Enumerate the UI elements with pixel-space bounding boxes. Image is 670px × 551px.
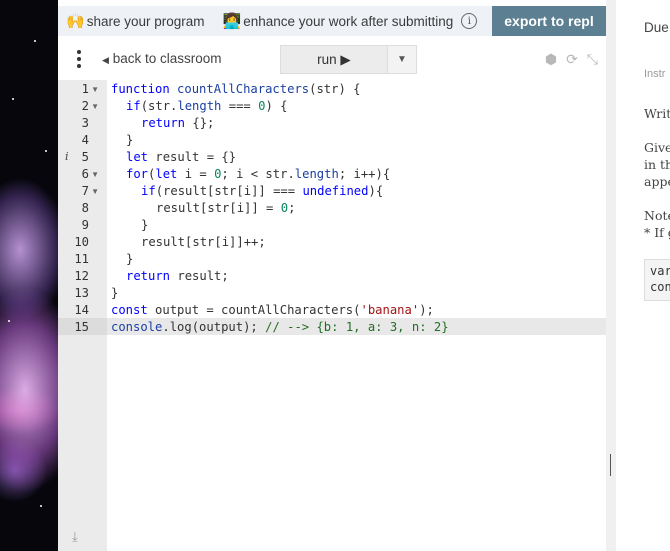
fold-toggle-icon[interactable]: ▼ — [91, 166, 99, 183]
panel-resize-divider[interactable] — [606, 0, 616, 551]
line-number-gutter: i 1 2 3 4 5 6 7 8 9 10 11 12 13 14 15 ▼ ▼ ▼ ▼ ⤓ — [58, 80, 107, 551]
run-options-dropdown[interactable]: ▼ — [387, 45, 417, 74]
code-line-4: } — [126, 133, 134, 147]
line-number: 15 — [74, 320, 89, 334]
line-number: 14 — [74, 303, 89, 317]
fold-toggle-icon[interactable]: ▼ — [91, 81, 99, 98]
instructions-note-1: Note — [644, 208, 670, 223]
fold-toggle-icon[interactable]: ▼ — [91, 98, 99, 115]
instructions-note-2: * If g — [644, 225, 670, 240]
line-number: 1 — [81, 82, 89, 96]
enhance-work-label: enhance your work after submitting — [243, 13, 454, 29]
expand-icon[interactable]: ⤡ — [587, 51, 598, 68]
instructions-heading: Instr — [644, 68, 666, 80]
run-button[interactable]: run ▶ — [280, 45, 388, 74]
star — [12, 98, 14, 100]
line-number: 5 — [81, 150, 89, 164]
star — [45, 150, 47, 152]
chevron-left-icon: ◀ — [102, 55, 109, 65]
star — [8, 320, 10, 322]
instructions-text-1: Writ — [644, 106, 670, 121]
chevron-down-icon: ▼ — [397, 54, 407, 65]
back-to-classroom-label: back to classroom — [112, 51, 222, 66]
code-line-8: result[str[i]] = 0; — [156, 201, 296, 215]
cube-icon[interactable]: ⬢ — [545, 51, 557, 68]
line-number: 2 — [81, 99, 89, 113]
editor-tool-icons: ⬢ ⟳ ⤡ — [545, 51, 598, 68]
instructions-text-4: appe — [644, 174, 670, 189]
editor-toolbar: ◀ back to classroom run ▶ ▼ ⬢ ⟳ ⤡ — [58, 44, 606, 74]
line-number: 13 — [74, 286, 89, 300]
refresh-icon[interactable]: ⟳ — [566, 51, 578, 68]
code-line-3: return {}; — [141, 116, 215, 130]
line-number: 11 — [74, 252, 89, 266]
enhance-work-link[interactable]: 👩‍💻 enhance your work after submitting — [223, 12, 454, 30]
scroll-down-icon[interactable]: ⤓ — [72, 529, 78, 545]
line-number: 8 — [81, 201, 89, 215]
back-to-classroom-link[interactable]: ◀ back to classroom — [102, 51, 221, 66]
line-number: 10 — [74, 235, 89, 249]
technologist-icon: 👩‍💻 — [222, 13, 242, 30]
editor-panel: 🙌 share your program 👩‍💻 enhance your wo… — [58, 0, 606, 551]
due-label: Due — [644, 20, 669, 35]
top-banner: 🙌 share your program 👩‍💻 enhance your wo… — [58, 6, 606, 36]
lint-info-icon[interactable]: i — [65, 148, 69, 165]
share-program-link[interactable]: 🙌 share your program — [66, 12, 205, 30]
line-number: 4 — [81, 133, 89, 147]
line-number: 7 — [81, 184, 89, 198]
example-code-box: var con — [644, 259, 670, 301]
line-number: 6 — [81, 167, 89, 181]
resize-handle[interactable] — [610, 454, 611, 476]
instructions-text-2: Give — [644, 140, 670, 155]
code-line-7: if(result[str[i]] === undefined){ — [141, 184, 384, 198]
code-line-14: const output = countAllCharacters('banan… — [111, 303, 434, 317]
share-program-label: share your program — [86, 13, 205, 29]
background-starfield — [0, 0, 58, 551]
more-options-icon[interactable] — [77, 50, 81, 71]
instructions-text-3: in th — [644, 157, 670, 172]
line-number: 12 — [74, 269, 89, 283]
line-number: 3 — [81, 116, 89, 130]
fold-toggle-icon[interactable]: ▼ — [91, 183, 99, 200]
code-line-10: result[str[i]]++; — [141, 235, 266, 249]
code-editor[interactable]: function countAllCharacters(str) { if(st… — [107, 80, 606, 551]
code-line-5: let result = {} — [126, 150, 237, 164]
code-line-2: if(str.length === 0) { — [126, 99, 288, 113]
code-line-15: console.log(output); // --> {b: 1, a: 3,… — [111, 320, 449, 334]
info-icon[interactable]: i — [461, 13, 478, 29]
code-line-12: return result; — [126, 269, 229, 283]
export-to-repl-button[interactable]: export to repl — [492, 6, 606, 36]
example-code-line-1: var — [650, 264, 670, 278]
code-line-13: } — [111, 286, 119, 300]
code-line-9: } — [141, 218, 149, 232]
code-line-1: function countAllCharacters(str) { — [111, 82, 361, 96]
star — [40, 505, 42, 507]
star — [34, 40, 36, 42]
code-line-11: } — [126, 252, 134, 266]
raised-hands-icon: 🙌 — [66, 13, 85, 30]
line-number: 9 — [81, 218, 89, 232]
code-line-6: for(let i = 0; i < str.length; i++){ — [126, 167, 391, 181]
example-code-line-2: con — [650, 280, 670, 294]
